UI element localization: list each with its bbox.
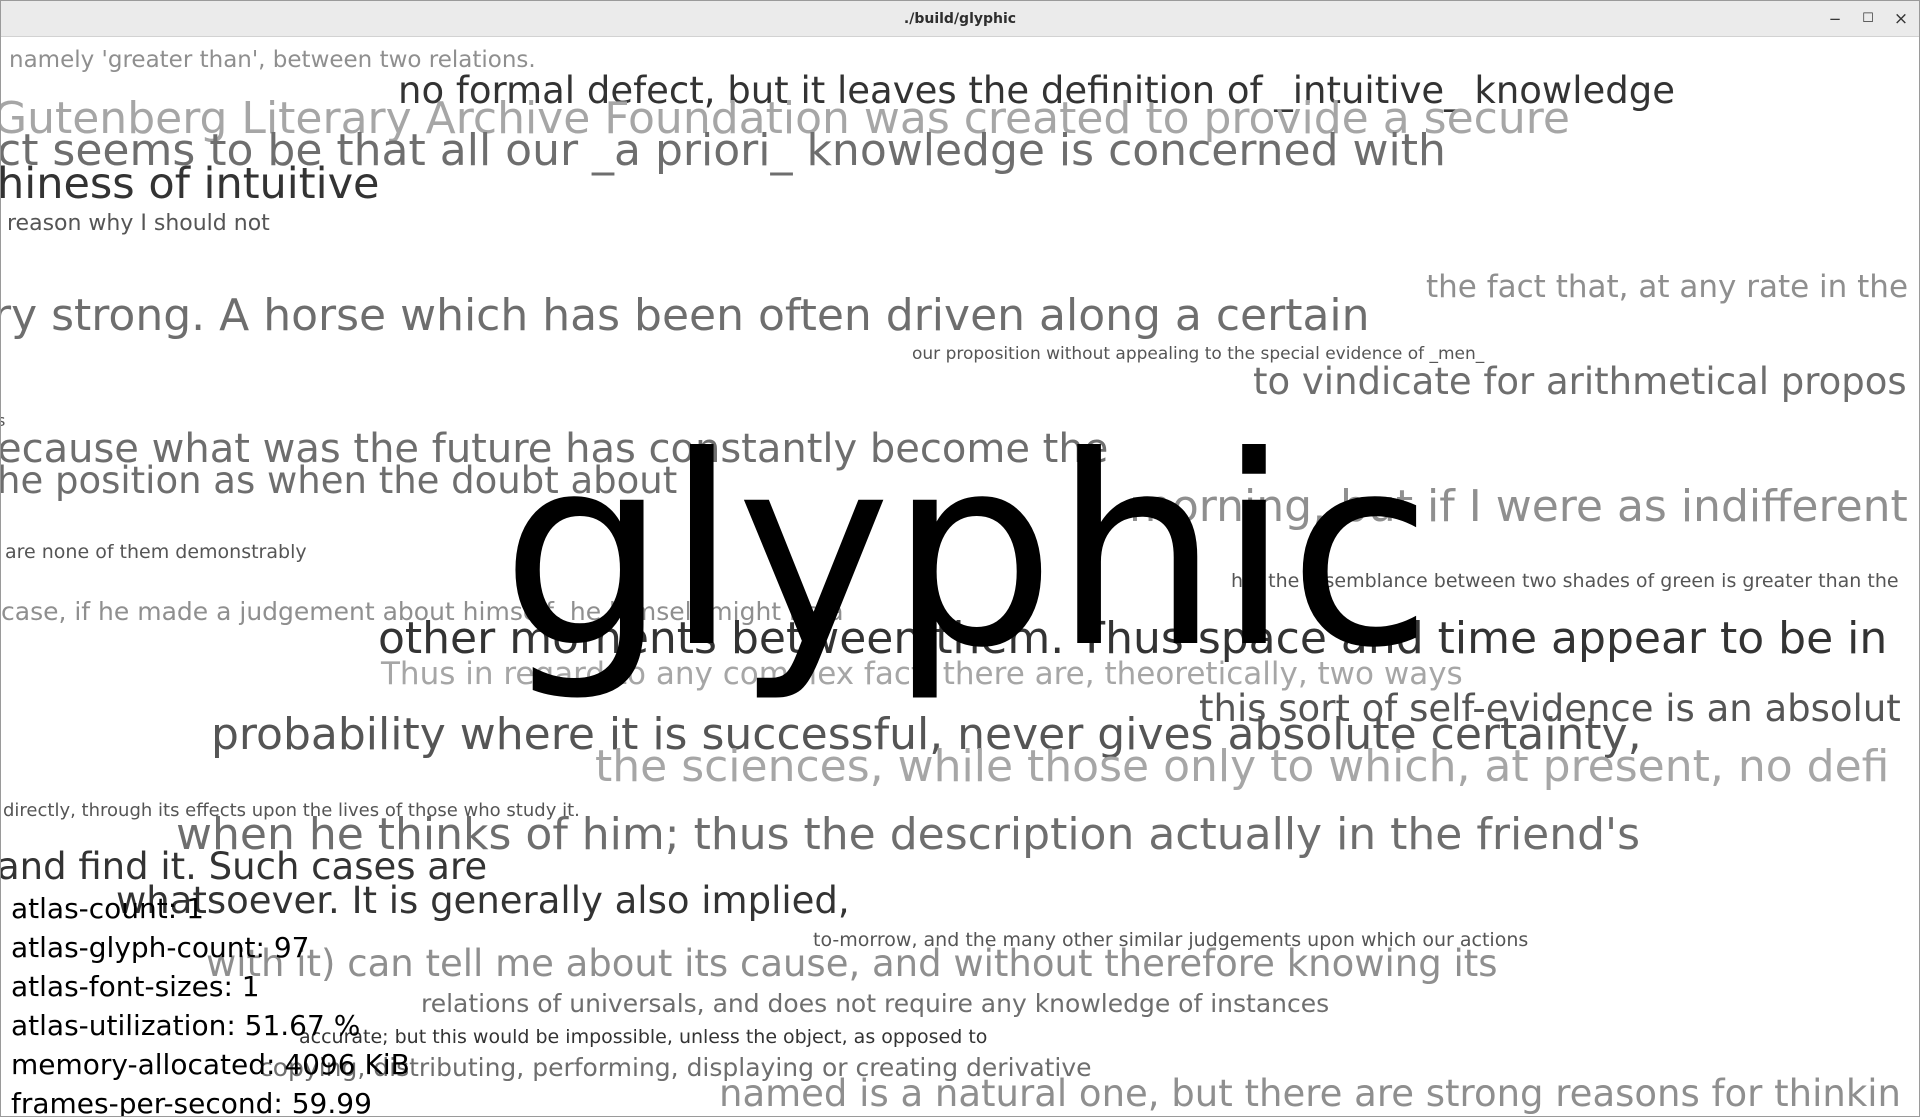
- stat-memory-allocated: memory-allocated: 4096 KiB: [11, 1048, 410, 1081]
- render-canvas: namely 'greater than', between two relat…: [1, 37, 1919, 1117]
- text-line: ry strong. A horse which has been often …: [1, 290, 1370, 341]
- text-line: are none of them demonstrably: [5, 541, 307, 563]
- logo-text: glyphic: [501, 400, 1432, 705]
- title-bar[interactable]: ./build/glyphic − ☐ ×: [1, 1, 1919, 37]
- window-title: ./build/glyphic: [903, 11, 1017, 27]
- text-line: the fact that, at any rate in the: [1426, 269, 1909, 305]
- text-line: reason why I should not: [7, 211, 270, 236]
- stat-frames-per-second: frames-per-second: 59.99: [11, 1087, 372, 1117]
- text-line: hiness of intuitive: [1, 159, 380, 209]
- stat-atlas-count: atlas-count: 1: [11, 892, 204, 925]
- stat-atlas-font-sizes: atlas-font-sizes: 1: [11, 970, 260, 1003]
- text-line: the sciences, while those only to which,…: [595, 741, 1890, 792]
- stat-atlas-utilization: atlas-utilization: 51.67 %: [11, 1009, 361, 1042]
- maximize-button[interactable]: ☐: [1856, 7, 1880, 31]
- stat-atlas-glyph-count: atlas-glyph-count: 97: [11, 931, 310, 964]
- close-button[interactable]: ×: [1889, 7, 1913, 31]
- text-line: relations of universals, and does not re…: [421, 989, 1330, 1018]
- text-line: to vindicate for arithmetical propos: [1253, 360, 1907, 403]
- stats-overlay: atlas-count: 1 atlas-glyph-count: 97 atl…: [11, 889, 410, 1117]
- app-window: ./build/glyphic − ☐ × namely 'greater th…: [0, 0, 1920, 1117]
- text-line: named is a natural one, but there are st…: [719, 1072, 1901, 1115]
- minimize-button[interactable]: −: [1823, 7, 1847, 31]
